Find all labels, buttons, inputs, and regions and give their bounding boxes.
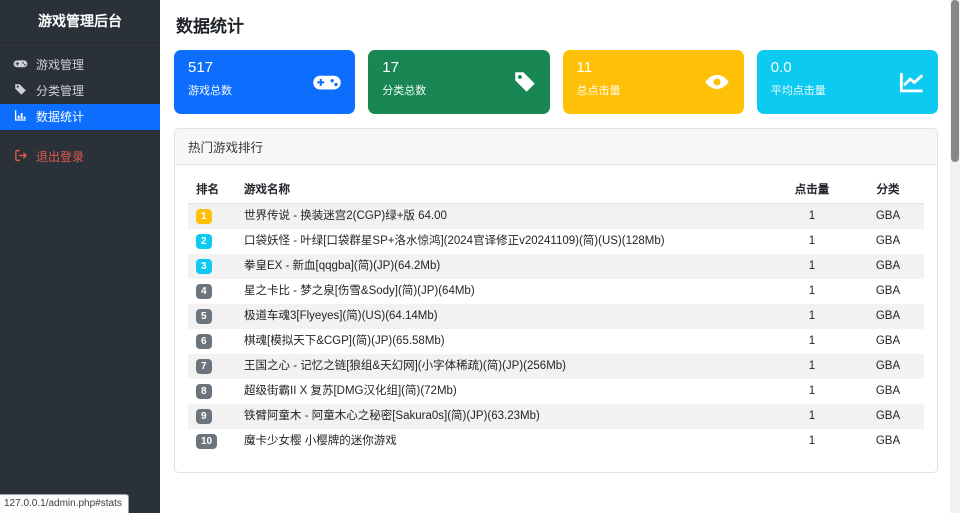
clicks-value: 1 xyxy=(808,235,816,247)
table-row: 1 世界传说 - 换装迷宫2(CGP)绿+版 64.00 1 GBA xyxy=(188,203,924,229)
game-name: 棋魂[模拟天下&CGP](简)(JP)(65.58Mb) xyxy=(244,335,445,347)
rank-badge: 9 xyxy=(196,409,212,424)
category-value: GBA xyxy=(875,360,901,372)
app-title: 游戏管理后台 xyxy=(0,0,160,43)
category-value: GBA xyxy=(875,235,901,247)
rank-badge: 8 xyxy=(196,384,212,399)
clicks-value: 1 xyxy=(808,385,816,397)
rank-badge: 4 xyxy=(196,284,212,299)
table-row: 8 超级街霸II X 复苏[DMG汉化组](简)(72Mb) 1 GBA xyxy=(188,379,924,404)
rank-badge: 1 xyxy=(196,209,212,224)
page-title: 数据统计 xyxy=(176,17,244,36)
column-header-rank: 排名 xyxy=(188,175,236,204)
table-row: 3 拳皇EX - 新血[qqgba](简)(JP)(64.2Mb) 1 GBA xyxy=(188,254,924,279)
stat-card-games-total: 517 游戏总数 xyxy=(174,50,356,114)
game-name: 拳皇EX - 新血[qqgba](简)(JP)(64.2Mb) xyxy=(244,260,441,272)
table-row: 9 铁臂阿童木 - 阿童木心之秘密[Sakura0s](简)(JP)(63.23M… xyxy=(188,404,924,429)
category-value: GBA xyxy=(875,285,901,297)
clicks-value: 1 xyxy=(808,285,816,297)
gamepad-icon xyxy=(312,72,342,92)
category-value: GBA xyxy=(875,435,901,447)
logout-button[interactable]: 退出登录 xyxy=(0,144,160,170)
clicks-value: 1 xyxy=(808,335,816,347)
table-row: 5 极道车魂3[Flyeyes](简)(US)(64.14Mb) 1 GBA xyxy=(188,304,924,329)
sidebar-item-games[interactable]: 游戏管理 xyxy=(0,52,160,78)
sidebar-item-label: 数据统计 xyxy=(36,109,85,124)
column-header-category: 分类 xyxy=(852,175,924,204)
category-value: GBA xyxy=(875,410,901,422)
clicks-value: 1 xyxy=(808,410,816,422)
clicks-value: 1 xyxy=(808,435,816,447)
stat-card-total-clicks: 11 总点击量 xyxy=(562,50,744,114)
rank-badge: 10 xyxy=(196,434,218,449)
sidebar-nav: 游戏管理 分类管理 数据统计 退出登录 xyxy=(0,43,160,170)
sidebar-item-stats[interactable]: 数据统计 xyxy=(0,104,160,130)
logout-label: 退出登录 xyxy=(36,149,85,164)
logout-icon xyxy=(13,149,28,165)
clicks-value: 1 xyxy=(808,260,816,272)
ranking-table: 排名 游戏名称 点击量 分类 1 世界传说 - 换装迷宫2(CGP)绿+版 64.… xyxy=(188,175,924,454)
game-name: 世界传说 - 换装迷宫2(CGP)绿+版 64.00 xyxy=(244,210,447,222)
eye-icon xyxy=(703,72,731,92)
rank-badge: 3 xyxy=(196,259,212,274)
game-name: 极道车魂3[Flyeyes](简)(US)(64.14Mb) xyxy=(244,310,438,322)
page-scrollbar[interactable] xyxy=(950,0,960,513)
clicks-value: 1 xyxy=(808,210,816,222)
game-name: 超级街霸II X 复苏[DMG汉化组](简)(72Mb) xyxy=(244,385,457,397)
rank-badge: 6 xyxy=(196,334,212,349)
game-name: 王国之心 - 记忆之链[狼组&天幻网](小字体稀疏)(简)(JP)(256Mb) xyxy=(244,360,566,372)
category-value: GBA xyxy=(875,335,901,347)
link-preview-statusbar: 127.0.0.1/admin.php#stats xyxy=(0,494,129,513)
bar-chart-icon xyxy=(13,109,28,125)
rank-badge: 2 xyxy=(196,234,212,249)
gamepad-icon xyxy=(13,57,28,73)
game-name: 铁臂阿童木 - 阿童木心之秘密[Sakura0s](简)(JP)(63.23Mb… xyxy=(244,410,540,422)
rank-badge: 5 xyxy=(196,309,212,324)
category-value: GBA xyxy=(875,260,901,272)
tag-icon xyxy=(513,70,537,94)
sidebar-item-label: 分类管理 xyxy=(36,83,85,98)
stat-card-avg-clicks: 0.0 平均点击量 xyxy=(756,50,938,114)
game-name: 星之卡比 - 梦之泉[伤雪&Sody](简)(JP)(64Mb) xyxy=(244,285,475,297)
stat-card-categories-total: 17 分类总数 xyxy=(368,50,550,114)
panel-title: 热门游戏排行 xyxy=(175,129,937,165)
sidebar: 游戏管理后台 游戏管理 分类管理 数据统计 退出登录 xyxy=(0,0,160,513)
tag-icon xyxy=(13,83,28,99)
column-header-name: 游戏名称 xyxy=(236,175,772,204)
sidebar-item-label: 游戏管理 xyxy=(36,57,85,72)
line-chart-icon xyxy=(899,71,925,93)
table-row: 6 棋魂[模拟天下&CGP](简)(JP)(65.58Mb) 1 GBA xyxy=(188,329,924,354)
panel-body: 排名 游戏名称 点击量 分类 1 世界传说 - 换装迷宫2(CGP)绿+版 64.… xyxy=(175,165,937,472)
category-value: GBA xyxy=(875,310,901,322)
table-row: 10 魔卡少女樱 小樱牌的迷你游戏 1 GBA xyxy=(188,429,924,454)
clicks-value: 1 xyxy=(808,360,816,372)
game-name: 口袋妖怪 - 叶绿[口袋群星SP+洛水惊鸿](2024官译修正v20241109… xyxy=(244,235,665,247)
column-header-clicks: 点击量 xyxy=(772,175,852,204)
ranking-table-body: 1 世界传说 - 换装迷宫2(CGP)绿+版 64.00 1 GBA 2 口袋妖怪 - 叶… xyxy=(188,203,924,455)
ranking-panel: 热门游戏排行 排名 游戏名称 点击量 分类 1 世界传说 - 换装迷宫2(CGP)… xyxy=(174,128,938,473)
category-value: GBA xyxy=(875,210,901,222)
main-content: 数据统计 517 游戏总数 17 分类总数 11 总点击量 0.0 平均点击量 xyxy=(160,0,950,513)
table-header-row: 排名 游戏名称 点击量 分类 xyxy=(188,175,924,204)
table-row: 4 星之卡比 - 梦之泉[伤雪&Sody](简)(JP)(64Mb) 1 GBA xyxy=(188,279,924,304)
category-value: GBA xyxy=(875,385,901,397)
rank-badge: 7 xyxy=(196,359,212,374)
scrollbar-thumb[interactable] xyxy=(951,0,959,162)
table-row: 7 王国之心 - 记忆之链[狼组&天幻网](小字体稀疏)(简)(JP)(256Mb… xyxy=(188,354,924,379)
clicks-value: 1 xyxy=(808,310,816,322)
stat-cards: 517 游戏总数 17 分类总数 11 总点击量 0.0 平均点击量 xyxy=(174,50,938,114)
sidebar-item-categories[interactable]: 分类管理 xyxy=(0,78,160,104)
game-name: 魔卡少女樱 小樱牌的迷你游戏 xyxy=(244,435,397,447)
table-row: 2 口袋妖怪 - 叶绿[口袋群星SP+洛水惊鸿](2024官译修正v2024110… xyxy=(188,229,924,254)
